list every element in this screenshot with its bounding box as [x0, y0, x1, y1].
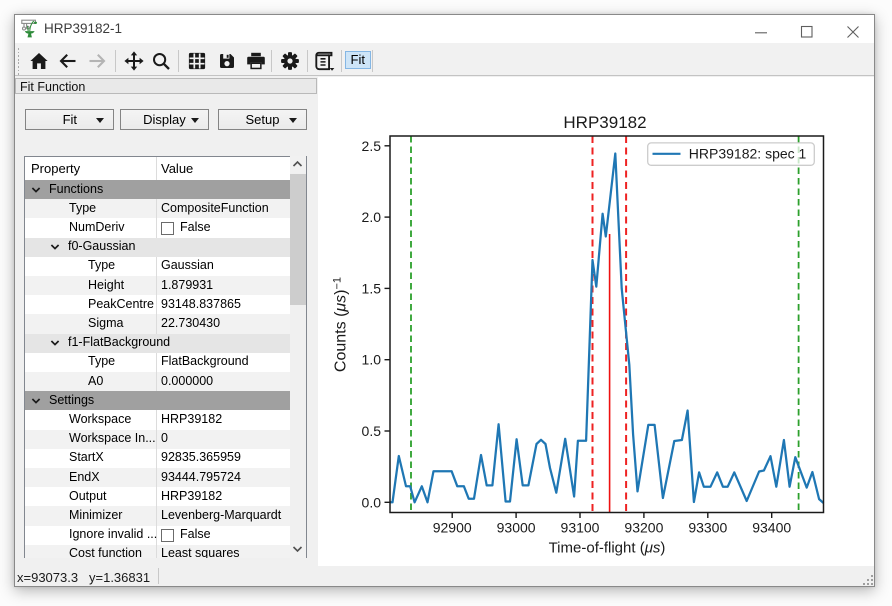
svg-text:93100: 93100: [561, 520, 600, 536]
svg-text:0.0: 0.0: [362, 494, 382, 510]
svg-text:93400: 93400: [752, 520, 791, 536]
svg-text:92900: 92900: [433, 520, 472, 536]
svg-text:HRP39182: spec 1: HRP39182: spec 1: [689, 146, 807, 162]
svg-text:93000: 93000: [497, 520, 536, 536]
svg-text:2.0: 2.0: [362, 209, 382, 225]
svg-text:Counts (μs)−1: Counts (μs)−1: [332, 277, 350, 372]
svg-text:1.5: 1.5: [362, 280, 382, 296]
svg-text:Time-of-flight (μs): Time-of-flight (μs): [549, 540, 666, 557]
svg-text:1.0: 1.0: [362, 352, 382, 368]
svg-text:2.5: 2.5: [362, 138, 382, 154]
svg-text:93200: 93200: [624, 520, 663, 536]
svg-text:93300: 93300: [688, 520, 727, 536]
svg-text:0.5: 0.5: [362, 423, 382, 439]
svg-text:HRP39182: HRP39182: [563, 113, 646, 132]
